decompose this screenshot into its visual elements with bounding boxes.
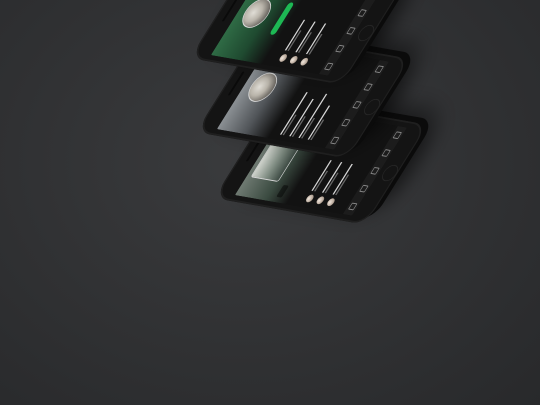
browse-tab-icon[interactable] [359, 184, 369, 193]
library-tab-icon[interactable] [392, 131, 402, 140]
home-tab-icon[interactable] [324, 62, 334, 70]
follow-button[interactable] [269, 2, 295, 36]
library-tab-icon[interactable] [374, 65, 384, 74]
browse-tab-icon[interactable] [335, 44, 345, 53]
search-tab-icon[interactable] [352, 100, 362, 109]
radio-tab-icon[interactable] [381, 149, 391, 158]
spotify-badge [276, 184, 289, 198]
radio-tab-icon[interactable] [363, 83, 373, 92]
browse-tab-icon[interactable] [341, 118, 351, 127]
avatar [236, 0, 277, 30]
radio-tab-icon[interactable] [357, 9, 367, 18]
home-tab-icon[interactable] [330, 136, 340, 144]
mockup-scene [0, 0, 540, 405]
avatar [242, 70, 283, 104]
search-tab-icon[interactable] [370, 166, 380, 175]
home-tab-icon[interactable] [348, 202, 358, 210]
search-tab-icon[interactable] [346, 26, 356, 35]
